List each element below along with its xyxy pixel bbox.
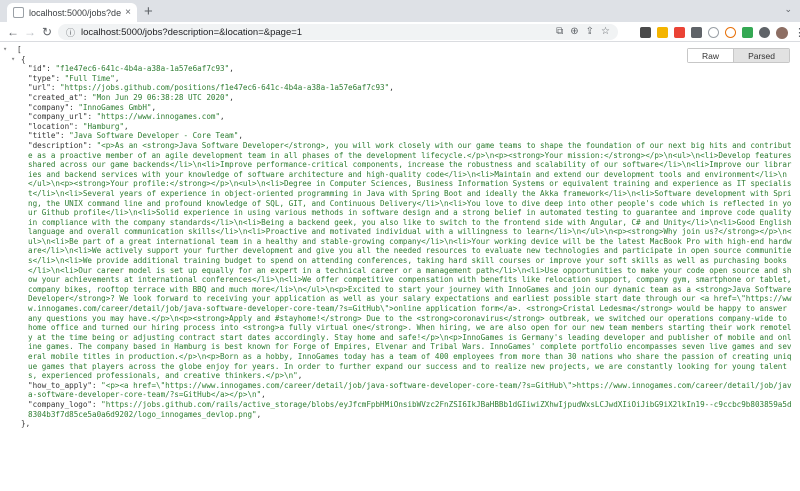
json-comma: , xyxy=(220,112,225,122)
tab-title: localhost:5000/jobs?descriptio xyxy=(29,7,122,18)
reload-button[interactable]: ↻ xyxy=(42,24,52,40)
tab-search-icon[interactable]: ⌄ xyxy=(784,4,792,15)
json-field-line: "title": "Java Software Developer - Core… xyxy=(3,131,793,141)
json-fields: "id": "f1e47ec6-641c-4b4a-a38a-1a57e6af7… xyxy=(3,64,793,419)
share-icon[interactable]: ⇪ xyxy=(586,26,594,37)
json-comma: , xyxy=(151,102,157,112)
profile-avatar[interactable] xyxy=(776,26,788,39)
json-string-value: "Mon Jun 29 06:38:28 UTC 2020" xyxy=(92,92,230,102)
json-field-line: "id": "f1e47ec6-641c-4b4a-a38a-1a57e6af7… xyxy=(3,64,793,74)
json-string-value: "https://jobs.github.com/rails/active_st… xyxy=(28,399,792,419)
json-key: "description" xyxy=(28,140,88,150)
extension-icon[interactable] xyxy=(708,27,719,38)
json-key: "how_to_apply" xyxy=(28,380,93,390)
json-colon: : xyxy=(87,112,97,122)
json-colon: : xyxy=(50,83,61,93)
site-info-icon[interactable]: ⓘ xyxy=(66,26,75,39)
json-key: "id" xyxy=(28,64,47,74)
extension-icon[interactable] xyxy=(674,27,685,38)
json-field-line: "description": "<p>As an <strong>Java So… xyxy=(3,141,793,381)
json-key: "company_logo" xyxy=(28,399,93,409)
json-comma: , xyxy=(238,131,243,141)
collapse-toggle-icon[interactable]: ▾ xyxy=(3,45,7,55)
json-colon: : xyxy=(92,380,102,390)
json-colon: : xyxy=(92,399,102,409)
json-comma: , xyxy=(297,371,303,381)
json-string-value: "https://jobs.github.com/positions/f1e47… xyxy=(60,83,390,93)
extension-icon[interactable] xyxy=(742,27,753,38)
json-comma: , xyxy=(124,121,129,131)
browser-tab[interactable]: localhost:5000/jobs?descriptio × xyxy=(7,3,137,22)
new-tab-button[interactable]: + xyxy=(144,4,153,19)
collapse-toggle-icon[interactable]: ▾ xyxy=(11,55,15,65)
json-comma: , xyxy=(256,409,262,419)
json-key: "url" xyxy=(28,83,51,93)
json-field-line: "how_to_apply": "<p><a href=\"https://ww… xyxy=(3,381,793,400)
star-icon[interactable]: ☆ xyxy=(601,26,610,37)
json-colon: : xyxy=(82,92,93,102)
extension-icon[interactable] xyxy=(657,27,668,38)
address-bar-url[interactable]: localhost:5000/jobs?description=&locatio… xyxy=(81,27,302,38)
zoom-icon[interactable]: ⊕ xyxy=(570,26,578,37)
open-in-app-icon[interactable]: ⧉ xyxy=(556,26,563,37)
extension-bar: ⋮ xyxy=(640,26,800,39)
json-field-line: "company": "InnoGames GmbH", xyxy=(3,103,793,113)
json-field-line: "created_at": "Mon Jun 29 06:38:28 UTC 2… xyxy=(3,93,793,103)
extension-icon[interactable] xyxy=(725,27,736,38)
json-string-value: "<p><a href=\"https://www.innogames.com/… xyxy=(28,380,792,400)
json-key: "type" xyxy=(28,73,56,83)
json-key: "created_at" xyxy=(28,92,83,102)
json-colon: : xyxy=(55,73,65,83)
json-string-value: "<p>As an <strong>Java Software Develope… xyxy=(28,140,792,381)
json-colon: : xyxy=(60,131,70,141)
tab-strip: localhost:5000/jobs?descriptio × + ⌄ xyxy=(0,0,800,22)
extensions-puzzle-icon[interactable] xyxy=(759,27,770,38)
json-key: "location" xyxy=(28,121,74,131)
json-comma: , xyxy=(389,83,394,93)
browser-menu-icon[interactable]: ⋮ xyxy=(794,26,800,39)
page-favicon-icon xyxy=(13,7,24,18)
forward-button[interactable]: → xyxy=(24,24,36,40)
json-string-value: "Java Software Developer - Core Team" xyxy=(69,131,239,141)
json-object-brace: }, xyxy=(21,419,31,429)
json-comma: , xyxy=(114,73,120,83)
json-tree: ▾ [ ▾ { "id": "f1e47ec6-641c-4b4a-a38a-1… xyxy=(3,45,793,429)
json-object-open-line: ▾ { xyxy=(3,55,793,65)
json-comma: , xyxy=(229,64,234,74)
back-button[interactable]: ← xyxy=(7,24,19,40)
address-bar[interactable]: ⓘ localhost:5000/jobs?description=&locat… xyxy=(58,24,618,40)
json-field-line: "type": "Full Time", xyxy=(3,74,793,84)
json-comma: , xyxy=(229,92,234,102)
json-field-line: "url": "https://jobs.github.com/position… xyxy=(3,83,793,93)
json-viewer: Raw Parsed ▾ [ ▾ { "id": "f1e47ec6-641c-… xyxy=(0,43,800,491)
json-string-value: "f1e47ec6-641c-4b4a-a38a-1a57e6af7c93" xyxy=(55,64,230,74)
json-array-open-line: ▾ [ xyxy=(3,45,793,55)
json-comma: , xyxy=(261,390,266,400)
tab-close-icon[interactable]: × xyxy=(125,7,131,18)
json-string-value: "https://www.innogames.com" xyxy=(96,112,221,122)
extension-icon[interactable] xyxy=(640,27,651,38)
json-key: "title" xyxy=(28,131,61,141)
address-bar-actions: ⧉ ⊕ ⇪ ☆ xyxy=(556,26,610,37)
json-object-close-line: }, xyxy=(3,419,793,429)
json-field-line: "location": "Hamburg", xyxy=(3,122,793,132)
json-colon: : xyxy=(87,140,97,150)
json-colon: : xyxy=(73,121,83,131)
json-key: "company_url" xyxy=(28,112,88,122)
json-string-value: "Full Time" xyxy=(64,73,115,83)
extension-icon[interactable] xyxy=(691,27,702,38)
json-key: "company" xyxy=(28,102,70,112)
json-colon: : xyxy=(69,102,79,112)
json-field-line: "company_logo": "https://jobs.github.com… xyxy=(3,400,793,419)
json-field-line: "company_url": "https://www.innogames.co… xyxy=(3,112,793,122)
json-string-value: "Hamburg" xyxy=(82,121,125,131)
json-string-value: "InnoGames GmbH" xyxy=(78,102,152,112)
